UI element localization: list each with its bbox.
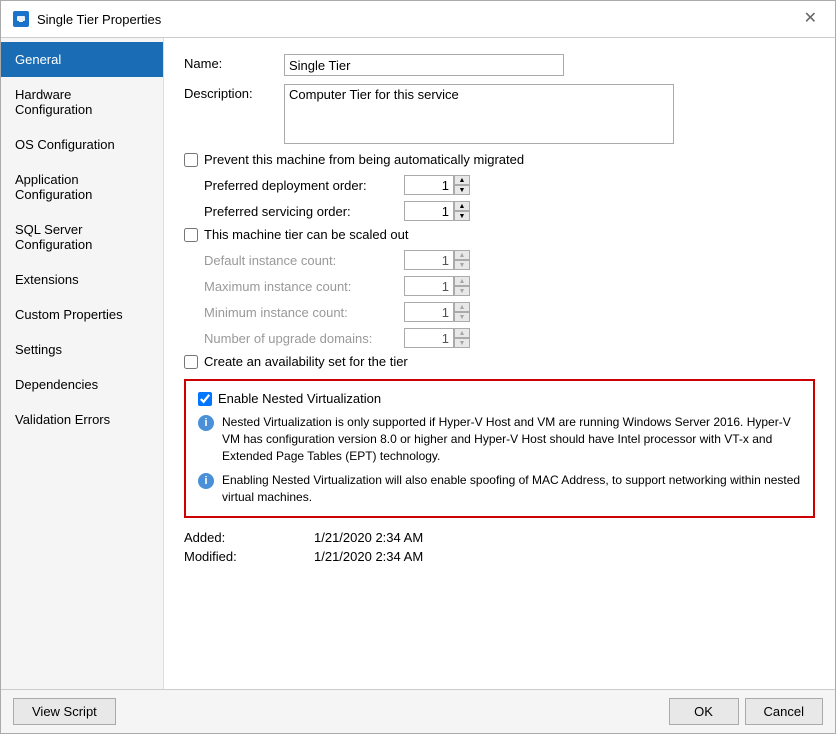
- info-icon-2: i: [198, 473, 214, 489]
- preferred-servicing-down[interactable]: ▼: [454, 211, 470, 221]
- enable-nested-row: Enable Nested Virtualization: [198, 391, 801, 406]
- info-text-2: Enabling Nested Virtualization will also…: [222, 472, 801, 506]
- maximum-instance-up[interactable]: ▲: [454, 276, 470, 286]
- preferred-servicing-up[interactable]: ▲: [454, 201, 470, 211]
- nested-virtualization-section: Enable Nested Virtualization i Nested Vi…: [184, 379, 815, 518]
- footer-left: View Script: [13, 698, 116, 725]
- sidebar-item-settings[interactable]: Settings: [1, 332, 163, 367]
- scale-out-checkbox[interactable]: [184, 228, 198, 242]
- upgrade-domains-spinner: ▲ ▼: [454, 328, 470, 348]
- dialog-body: General Hardware Configuration OS Config…: [1, 38, 835, 689]
- sidebar-item-validation-errors[interactable]: Validation Errors: [1, 402, 163, 437]
- preferred-deployment-label: Preferred deployment order:: [204, 178, 404, 193]
- description-row: Description: Computer Tier for this serv…: [184, 84, 815, 144]
- upgrade-domains-label: Number of upgrade domains:: [204, 331, 404, 346]
- prevent-migration-row: Prevent this machine from being automati…: [184, 152, 815, 167]
- preferred-deployment-row: Preferred deployment order: ▲ ▼: [204, 175, 815, 195]
- footer-right: OK Cancel: [669, 698, 823, 725]
- default-instance-row: Default instance count: ▲ ▼: [204, 250, 815, 270]
- prevent-migration-label: Prevent this machine from being automati…: [204, 152, 524, 167]
- enable-nested-label: Enable Nested Virtualization: [218, 391, 381, 406]
- preferred-servicing-row: Preferred servicing order: ▲ ▼: [204, 201, 815, 221]
- sidebar-item-extensions[interactable]: Extensions: [1, 262, 163, 297]
- title-bar-left: Single Tier Properties: [13, 11, 161, 27]
- preferred-servicing-input[interactable]: [404, 201, 454, 221]
- content-area: Name: Description: Computer Tier for thi…: [164, 38, 835, 689]
- sidebar-item-general[interactable]: General: [1, 42, 163, 77]
- upgrade-domains-row: Number of upgrade domains: ▲ ▼: [204, 328, 815, 348]
- upgrade-domains-down[interactable]: ▼: [454, 338, 470, 348]
- enable-nested-checkbox[interactable]: [198, 392, 212, 406]
- scale-out-row: This machine tier can be scaled out: [184, 227, 815, 242]
- sidebar-item-dependencies[interactable]: Dependencies: [1, 367, 163, 402]
- availability-set-label: Create an availability set for the tier: [204, 354, 408, 369]
- added-value: 1/21/2020 2:34 AM: [314, 530, 423, 545]
- name-label: Name:: [184, 54, 284, 71]
- added-label: Added:: [184, 530, 314, 545]
- default-instance-spinner: ▲ ▼: [454, 250, 470, 270]
- minimum-instance-input[interactable]: [404, 302, 454, 322]
- preferred-deployment-input[interactable]: [404, 175, 454, 195]
- info-row-2: i Enabling Nested Virtualization will al…: [198, 472, 801, 506]
- close-button[interactable]: ✕: [798, 9, 823, 29]
- sidebar: General Hardware Configuration OS Config…: [1, 38, 164, 689]
- default-instance-down[interactable]: ▼: [454, 260, 470, 270]
- info-text-1: Nested Virtualization is only supported …: [222, 414, 801, 464]
- dialog-icon: [13, 11, 29, 27]
- minimum-instance-label: Minimum instance count:: [204, 305, 404, 320]
- upgrade-domains-up[interactable]: ▲: [454, 328, 470, 338]
- minimum-instance-spinner: ▲ ▼: [454, 302, 470, 322]
- ok-button[interactable]: OK: [669, 698, 739, 725]
- description-label: Description:: [184, 84, 284, 101]
- description-textarea[interactable]: Computer Tier for this service: [284, 84, 674, 144]
- maximum-instance-spinner: ▲ ▼: [454, 276, 470, 296]
- maximum-instance-label: Maximum instance count:: [204, 279, 404, 294]
- default-instance-label: Default instance count:: [204, 253, 404, 268]
- preferred-deployment-spinner: ▲ ▼: [454, 175, 470, 195]
- modified-label: Modified:: [184, 549, 314, 564]
- preferred-deployment-down[interactable]: ▼: [454, 185, 470, 195]
- default-instance-up[interactable]: ▲: [454, 250, 470, 260]
- footer: View Script OK Cancel: [1, 689, 835, 733]
- view-script-button[interactable]: View Script: [13, 698, 116, 725]
- minimum-instance-up[interactable]: ▲: [454, 302, 470, 312]
- availability-set-row: Create an availability set for the tier: [184, 354, 815, 369]
- preferred-deployment-up[interactable]: ▲: [454, 175, 470, 185]
- maximum-instance-input[interactable]: [404, 276, 454, 296]
- modified-row: Modified: 1/21/2020 2:34 AM: [184, 549, 815, 564]
- maximum-instance-row: Maximum instance count: ▲ ▼: [204, 276, 815, 296]
- availability-set-checkbox[interactable]: [184, 355, 198, 369]
- title-bar: Single Tier Properties ✕: [1, 1, 835, 38]
- preferred-servicing-spinner: ▲ ▼: [454, 201, 470, 221]
- info-icon-1: i: [198, 415, 214, 431]
- prevent-migration-checkbox[interactable]: [184, 153, 198, 167]
- sidebar-item-custom-properties[interactable]: Custom Properties: [1, 297, 163, 332]
- maximum-instance-down[interactable]: ▼: [454, 286, 470, 296]
- meta-section: Added: 1/21/2020 2:34 AM Modified: 1/21/…: [184, 530, 815, 564]
- sidebar-item-sql-server-configuration[interactable]: SQL Server Configuration: [1, 212, 163, 262]
- dialog-title: Single Tier Properties: [37, 12, 161, 27]
- cancel-button[interactable]: Cancel: [745, 698, 823, 725]
- scale-out-label: This machine tier can be scaled out: [204, 227, 409, 242]
- name-row: Name:: [184, 54, 815, 76]
- sidebar-item-hardware-configuration[interactable]: Hardware Configuration: [1, 77, 163, 127]
- default-instance-input[interactable]: [404, 250, 454, 270]
- sidebar-item-application-configuration[interactable]: Application Configuration: [1, 162, 163, 212]
- preferred-servicing-label: Preferred servicing order:: [204, 204, 404, 219]
- sidebar-item-os-configuration[interactable]: OS Configuration: [1, 127, 163, 162]
- modified-value: 1/21/2020 2:34 AM: [314, 549, 423, 564]
- added-row: Added: 1/21/2020 2:34 AM: [184, 530, 815, 545]
- single-tier-properties-dialog: Single Tier Properties ✕ General Hardwar…: [0, 0, 836, 734]
- upgrade-domains-input[interactable]: [404, 328, 454, 348]
- info-row-1: i Nested Virtualization is only supporte…: [198, 414, 801, 464]
- minimum-instance-down[interactable]: ▼: [454, 312, 470, 322]
- name-input[interactable]: [284, 54, 564, 76]
- minimum-instance-row: Minimum instance count: ▲ ▼: [204, 302, 815, 322]
